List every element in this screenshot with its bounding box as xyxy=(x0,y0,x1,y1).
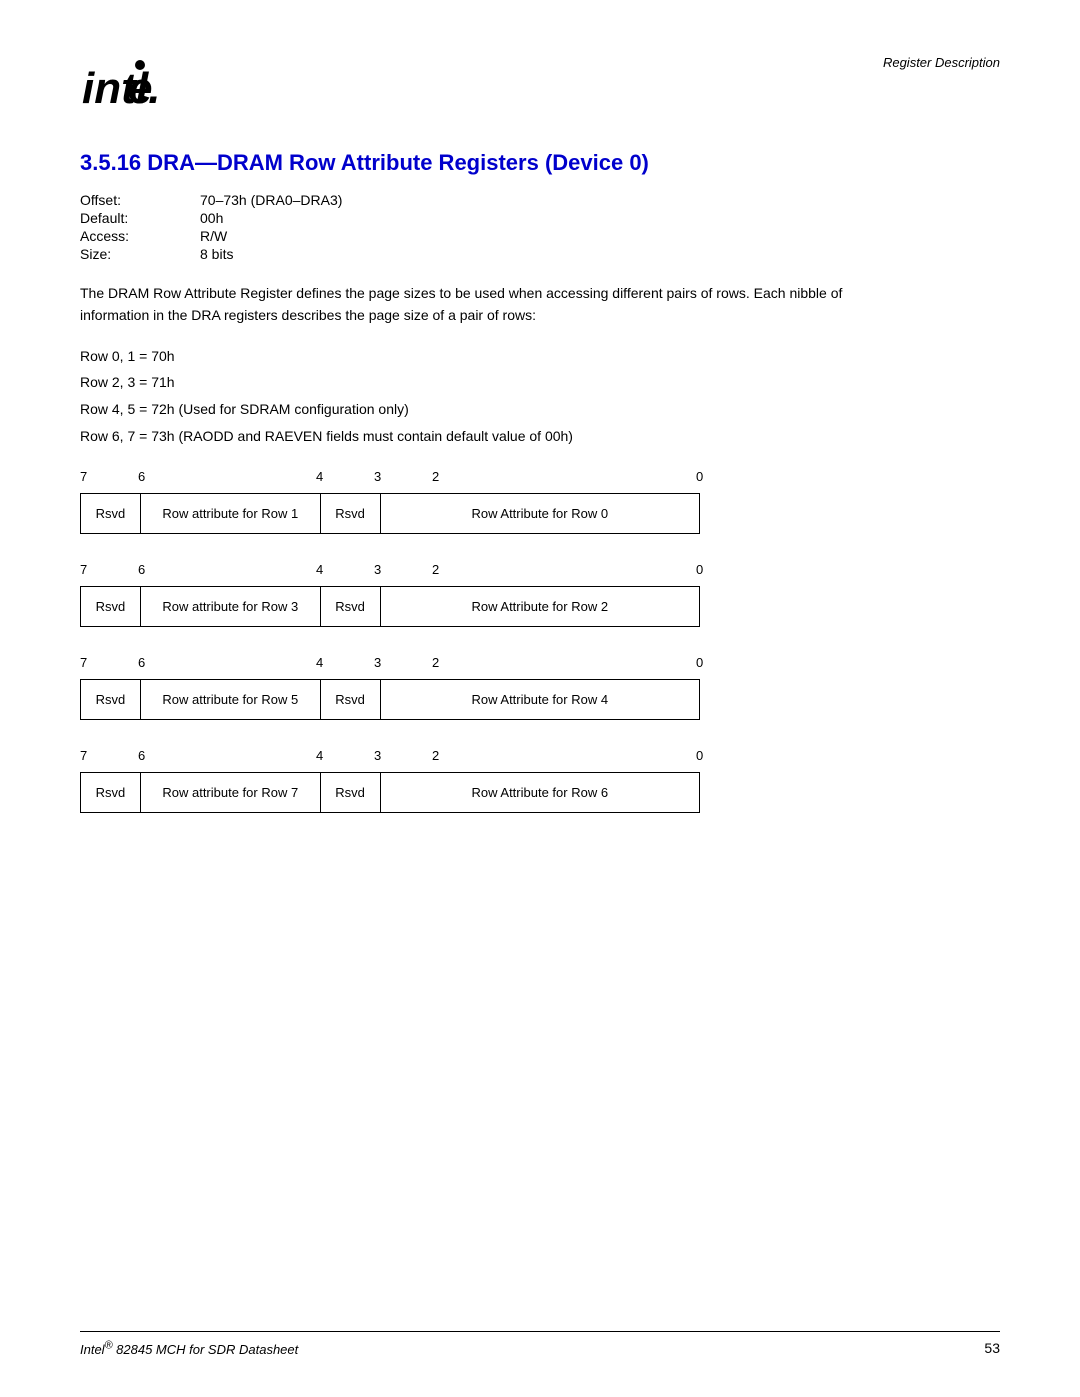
register-info: Offset: 70–73h (DRA0–DRA3) Default: 00h … xyxy=(80,192,1000,262)
section-title: 3.5.16 DRA—DRAM Row Attribute Registers … xyxy=(80,150,1000,176)
bit-cell-3-0: Rsvd xyxy=(81,773,141,813)
intel-logo: int l. e xyxy=(80,50,170,120)
bit-pos-7: 7 xyxy=(80,655,87,670)
bit-diagram-2: 764320RsvdRow attribute for Row 5RsvdRow… xyxy=(80,655,1000,720)
size-value: 8 bits xyxy=(200,246,1000,262)
access-value: R/W xyxy=(200,228,1000,244)
bit-pos-6: 6 xyxy=(138,748,145,763)
bit-cell-0-3: Row Attribute for Row 0 xyxy=(380,494,699,534)
bit-cell-2-1: Row attribute for Row 5 xyxy=(140,680,320,720)
bit-pos-6: 6 xyxy=(138,562,145,577)
footer-left: Intel® 82845 MCH for SDR Datasheet xyxy=(80,1340,298,1357)
bit-pos-2: 2 xyxy=(432,562,439,577)
header-section-label: Register Description xyxy=(883,50,1000,70)
bit-cell-1-3: Row Attribute for Row 2 xyxy=(380,587,699,627)
bit-cell-0-2: Rsvd xyxy=(320,494,380,534)
bit-pos-7: 7 xyxy=(80,562,87,577)
bit-cell-3-1: Row attribute for Row 7 xyxy=(140,773,320,813)
bit-pos-2: 2 xyxy=(432,469,439,484)
row-mapping-2: Row 4, 5 = 72h (Used for SDRAM configura… xyxy=(80,396,1000,423)
bit-pos-0: 0 xyxy=(696,655,703,670)
row-mapping-3: Row 6, 7 = 73h (RAODD and RAEVEN fields … xyxy=(80,423,1000,450)
default-value: 00h xyxy=(200,210,1000,226)
row-mapping-0: Row 0, 1 = 70h xyxy=(80,343,1000,370)
bit-pos-2: 2 xyxy=(432,655,439,670)
bit-cell-2-2: Rsvd xyxy=(320,680,380,720)
bit-pos-3: 3 xyxy=(374,469,381,484)
size-label: Size: xyxy=(80,246,200,262)
bit-table-2: RsvdRow attribute for Row 5RsvdRow Attri… xyxy=(80,679,700,720)
bit-diagram-3: 764320RsvdRow attribute for Row 7RsvdRow… xyxy=(80,748,1000,813)
section-title-text: DRA—DRAM Row Attribute Registers (Device… xyxy=(147,150,649,175)
offset-label: Offset: xyxy=(80,192,200,208)
bit-labels-2: 7 6 4 3 2 0 xyxy=(80,655,700,677)
access-label: Access: xyxy=(80,228,200,244)
bit-pos-0: 0 xyxy=(696,469,703,484)
bit-pos-4: 4 xyxy=(316,562,323,577)
bit-pos-7: 7 xyxy=(80,469,87,484)
bit-cell-0-1: Row attribute for Row 1 xyxy=(140,494,320,534)
bit-pos-7: 7 xyxy=(80,748,87,763)
bit-pos-3: 3 xyxy=(374,562,381,577)
bit-pos-0: 0 xyxy=(696,562,703,577)
bit-cell-3-2: Rsvd xyxy=(320,773,380,813)
bit-table-1: RsvdRow attribute for Row 3RsvdRow Attri… xyxy=(80,586,700,627)
bit-cell-2-3: Row Attribute for Row 4 xyxy=(380,680,699,720)
bit-pos-0: 0 xyxy=(696,748,703,763)
offset-value: 70–73h (DRA0–DRA3) xyxy=(200,192,1000,208)
page-footer: Intel® 82845 MCH for SDR Datasheet 53 xyxy=(80,1331,1000,1357)
bit-labels-1: 7 6 4 3 2 0 xyxy=(80,562,700,584)
bit-cell-3-3: Row Attribute for Row 6 xyxy=(380,773,699,813)
bit-pos-4: 4 xyxy=(316,655,323,670)
description-text: The DRAM Row Attribute Register defines … xyxy=(80,282,900,327)
bit-diagram-1: 764320RsvdRow attribute for Row 3RsvdRow… xyxy=(80,562,1000,627)
bit-table-3: RsvdRow attribute for Row 7RsvdRow Attri… xyxy=(80,772,700,813)
bit-cell-1-2: Rsvd xyxy=(320,587,380,627)
bit-pos-6: 6 xyxy=(138,469,145,484)
bit-pos-6: 6 xyxy=(138,655,145,670)
bit-cell-1-1: Row attribute for Row 3 xyxy=(140,587,320,627)
bit-cell-0-0: Rsvd xyxy=(81,494,141,534)
row-mapping-1: Row 2, 3 = 71h xyxy=(80,369,1000,396)
bit-pos-4: 4 xyxy=(316,469,323,484)
row-mappings: Row 0, 1 = 70h Row 2, 3 = 71h Row 4, 5 =… xyxy=(80,343,1000,449)
bit-table-0: RsvdRow attribute for Row 1RsvdRow Attri… xyxy=(80,493,700,534)
bit-diagrams-container: 764320RsvdRow attribute for Row 1RsvdRow… xyxy=(80,469,1000,813)
bit-pos-2: 2 xyxy=(432,748,439,763)
bit-cell-2-0: Rsvd xyxy=(81,680,141,720)
footer-page-number: 53 xyxy=(984,1340,1000,1356)
page-header: int l. e Register Description xyxy=(80,50,1000,120)
bit-labels-0: 7 6 4 3 2 0 xyxy=(80,469,700,491)
default-label: Default: xyxy=(80,210,200,226)
section-number: 3.5.16 xyxy=(80,150,141,175)
bit-pos-3: 3 xyxy=(374,655,381,670)
footer-title: Intel® 82845 MCH for SDR Datasheet xyxy=(80,1342,298,1357)
bit-labels-3: 7 6 4 3 2 0 xyxy=(80,748,700,770)
bit-cell-1-0: Rsvd xyxy=(81,587,141,627)
bit-pos-4: 4 xyxy=(316,748,323,763)
svg-text:e: e xyxy=(128,64,152,113)
bit-pos-3: 3 xyxy=(374,748,381,763)
page: int l. e Register Description 3.5.16 DRA… xyxy=(0,0,1080,1397)
bit-diagram-0: 764320RsvdRow attribute for Row 1RsvdRow… xyxy=(80,469,1000,534)
